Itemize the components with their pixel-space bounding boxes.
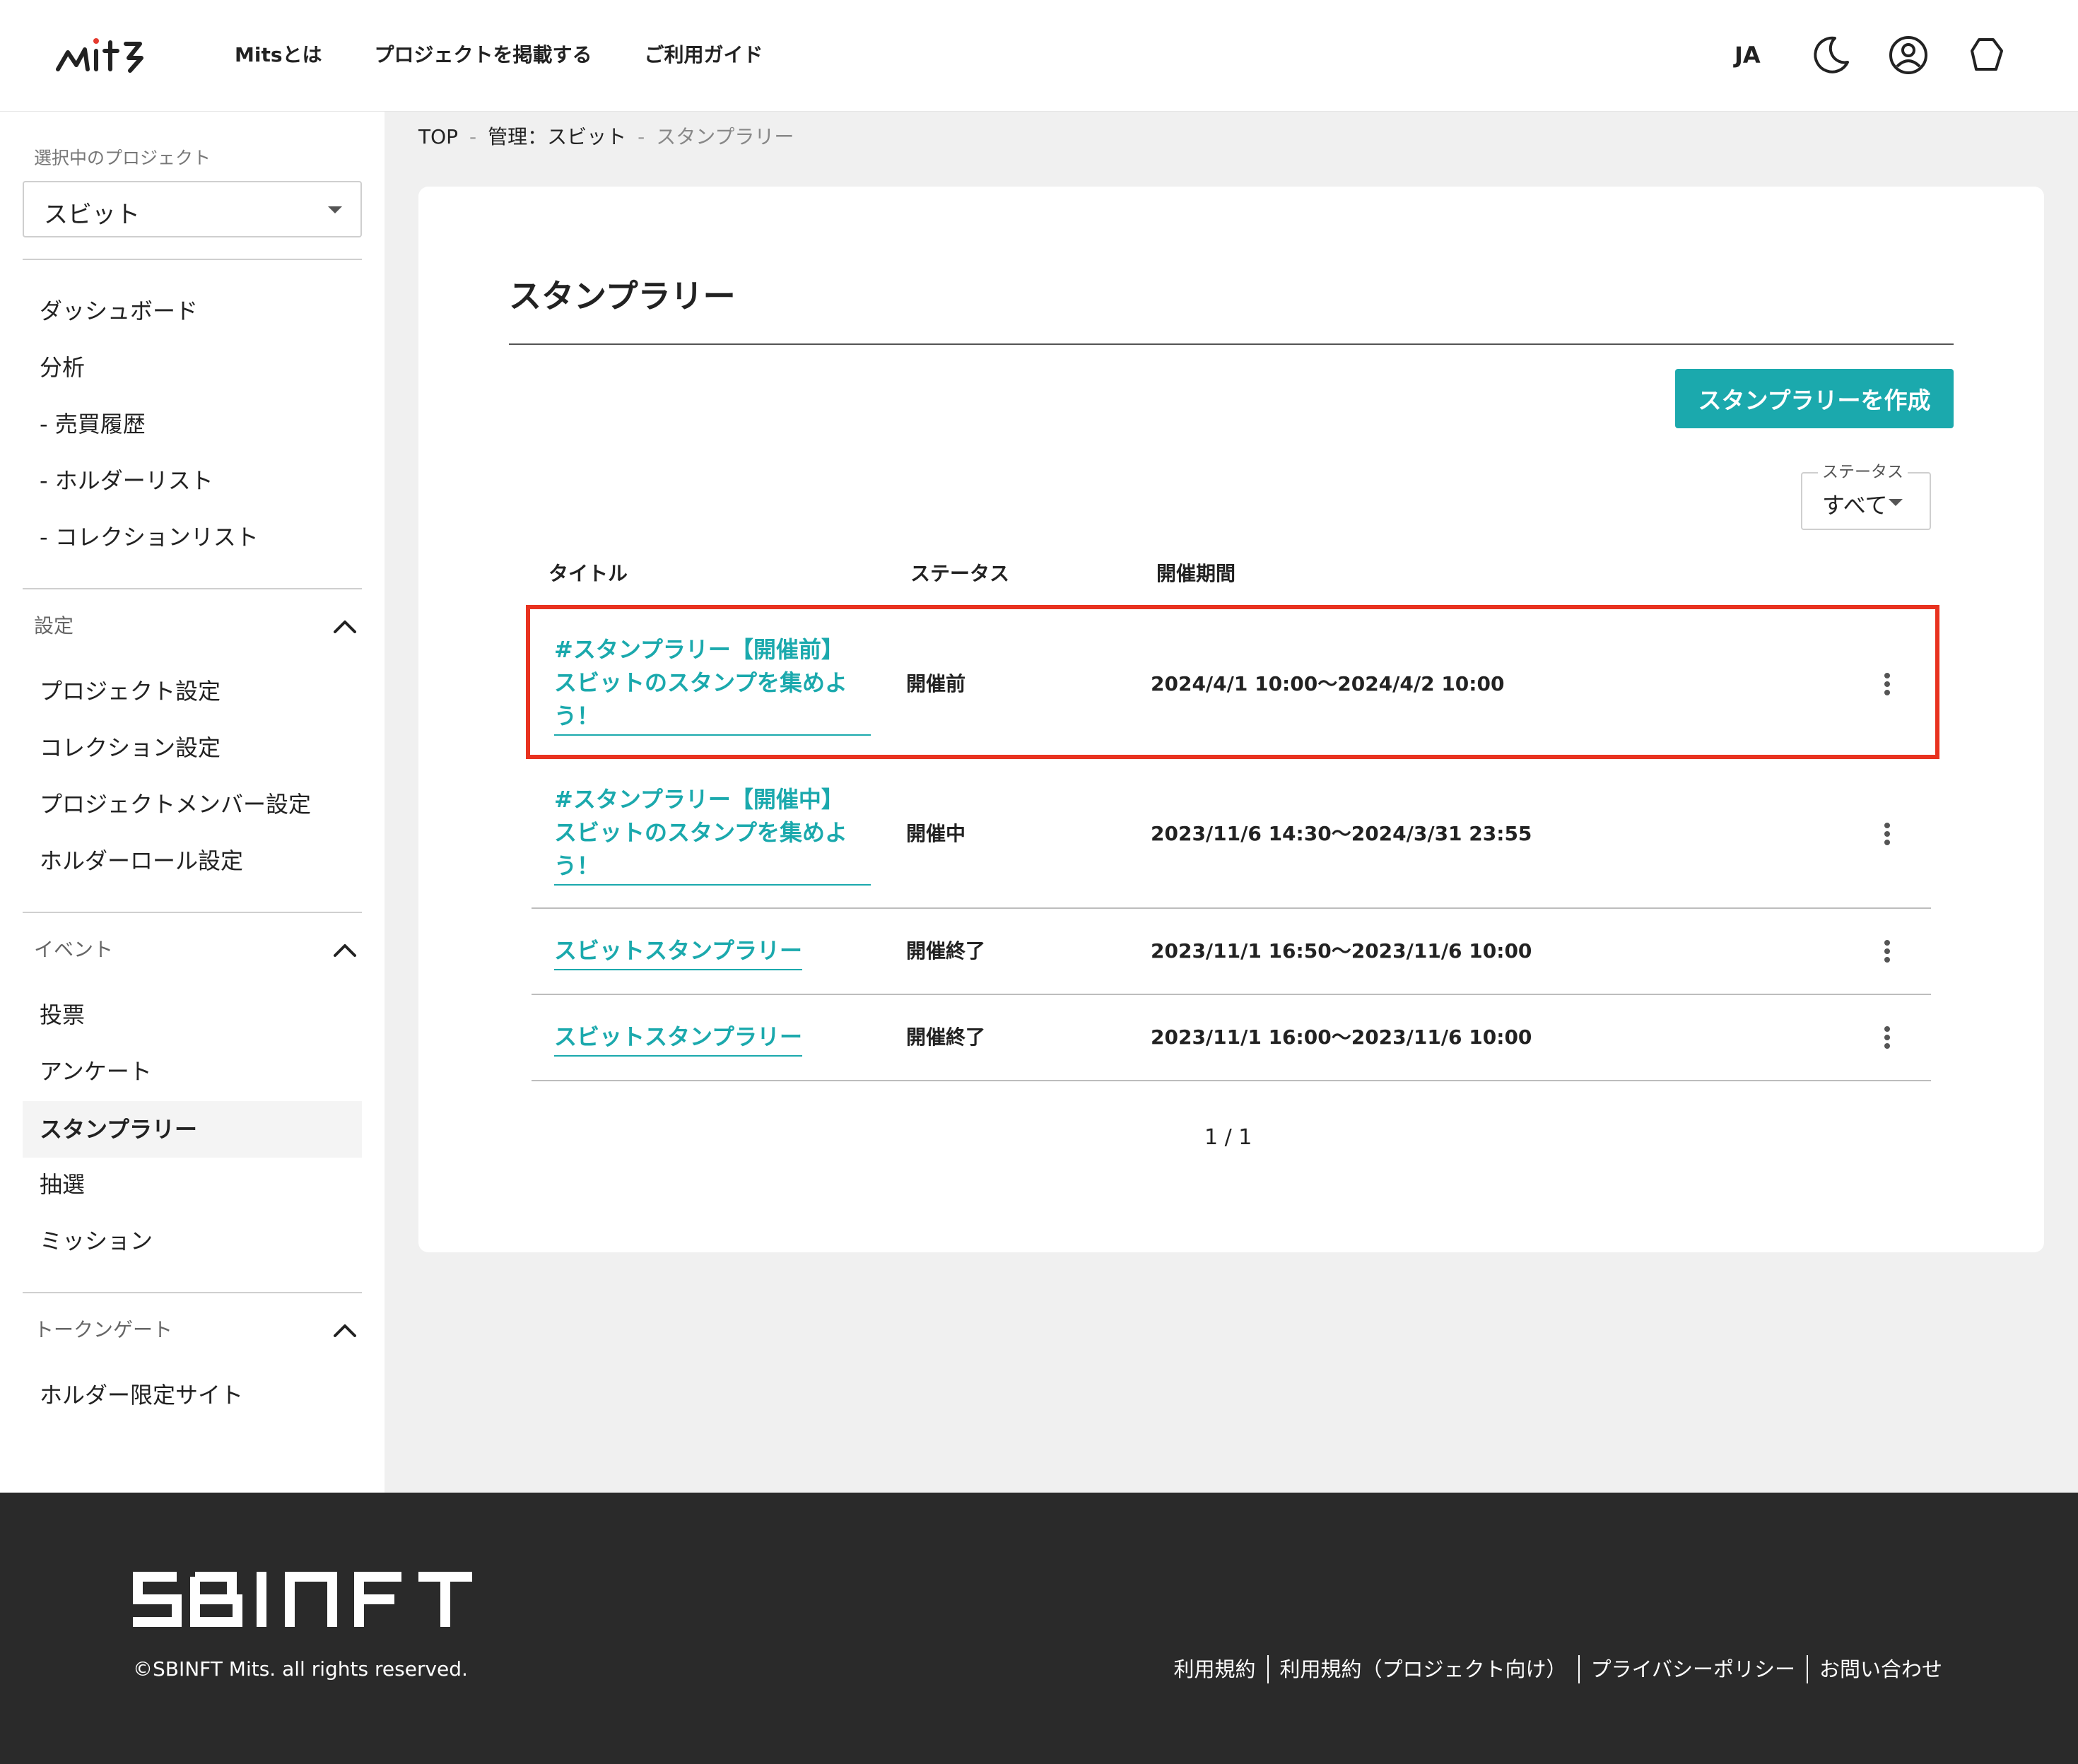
sidebar-item-project-settings[interactable]: プロジェクト設定 — [40, 674, 221, 708]
row-period: 2023/11/1 16:00〜2023/11/6 10:00 — [1151, 1025, 1532, 1049]
more-vert-icon[interactable] — [1879, 817, 1896, 851]
stamp-rally-title-link[interactable]: スビットスタンプラリー — [554, 934, 803, 970]
stamp-rally-title-link[interactable]: スビットスタンプラリー — [554, 1021, 803, 1057]
column-header-title[interactable]: タイトル — [548, 560, 628, 588]
pagination[interactable]: 1 / 1 — [1204, 1124, 1252, 1152]
sidebar-item-lottery[interactable]: 抽選 — [40, 1168, 85, 1201]
sidebar-item-stamp-rally[interactable]: スタンプラリー — [40, 1112, 197, 1146]
sidebar-item-trade-history[interactable]: - 売買履歴 — [40, 407, 146, 441]
highlight-box — [526, 605, 1939, 759]
chevron-up-icon[interactable] — [331, 1317, 359, 1346]
account-icon[interactable] — [1884, 31, 1932, 79]
sidebar-item-collection-list[interactable]: - コレクションリスト — [40, 520, 259, 554]
sidebar-group-events[interactable]: イベント — [34, 936, 113, 964]
project-select[interactable]: スビット — [23, 181, 362, 237]
footer-link-project-terms[interactable]: 利用規約（プロジェクト向け） — [1267, 1655, 1578, 1683]
breadcrumb: TOP - 管理：スビット - スタンプラリー — [418, 123, 794, 151]
chevron-up-icon[interactable] — [331, 613, 359, 642]
row-period: 2023/11/6 14:30〜2024/3/31 23:55 — [1151, 822, 1532, 845]
stamp-rally-title-link[interactable]: #スタンプラリー【開催中】 スビットのスタンプを集めよ う！ — [554, 783, 871, 886]
breadcrumb-separator: - — [638, 125, 645, 148]
sbinft-logo[interactable] — [133, 1572, 472, 1627]
row-status: 開催中 — [906, 822, 966, 845]
breadcrumb-current: スタンプラリー — [656, 125, 794, 148]
footer-links: 利用規約 利用規約（プロジェクト向け） プライバシーポリシー お問い合わせ — [1163, 1655, 1942, 1683]
sidebar-group-settings[interactable]: 設定 — [34, 612, 74, 640]
row-divider — [532, 994, 1931, 995]
breadcrumb-top[interactable]: TOP — [418, 123, 458, 151]
sidebar-item-collection-settings[interactable]: コレクション設定 — [40, 731, 221, 765]
moon-icon[interactable] — [1807, 31, 1855, 79]
column-header-status[interactable]: ステータス — [910, 560, 1009, 588]
row-divider — [532, 907, 1931, 909]
sidebar-item-holder-site[interactable]: ホルダー限定サイト — [40, 1378, 243, 1412]
sidebar-item-voting[interactable]: 投票 — [40, 998, 85, 1032]
sidebar-divider — [23, 588, 362, 589]
nav-publish-project[interactable]: プロジェクトを掲載する — [375, 40, 592, 71]
header: Mitsとは プロジェクトを掲載する ご利用ガイド JA — [0, 0, 2078, 112]
copyright: ©SBINFT Mits. all rights reserved. — [133, 1657, 468, 1681]
sidebar-item-member-settings[interactable]: プロジェクトメンバー設定 — [40, 787, 311, 821]
page-title: スタンプラリー — [509, 277, 736, 315]
sidebar-item-holder-role-settings[interactable]: ホルダーロール設定 — [40, 844, 243, 878]
chevron-up-icon[interactable] — [331, 937, 359, 965]
sidebar-item-survey[interactable]: アンケート — [40, 1054, 152, 1088]
project-select-value: スビット — [44, 201, 140, 229]
row-period: 2023/11/1 16:50〜2023/11/6 10:00 — [1151, 939, 1532, 963]
title-divider — [509, 343, 1954, 345]
nav-about[interactable]: Mitsとは — [235, 40, 322, 71]
breadcrumb-separator: - — [469, 125, 477, 148]
main-nav: Mitsとは プロジェクトを掲載する ご利用ガイド — [235, 40, 763, 71]
row-divider — [532, 1080, 1931, 1081]
caret-down-icon — [328, 206, 342, 213]
mits-logo[interactable] — [55, 34, 172, 76]
footer-link-terms[interactable]: 利用規約 — [1163, 1655, 1267, 1683]
sidebar-item-holder-list[interactable]: - ホルダーリスト — [40, 464, 213, 498]
create-stamp-rally-button[interactable]: スタンプラリーを作成 — [1675, 369, 1954, 428]
status-filter-label: ステータス — [1818, 462, 1908, 482]
status-filter-select[interactable]: ステータス すべて — [1801, 462, 1931, 530]
caret-down-icon — [1889, 499, 1903, 506]
row-status: 開催終了 — [906, 1025, 986, 1049]
row-status: 開催終了 — [906, 939, 986, 963]
column-header-period[interactable]: 開催期間 — [1156, 560, 1235, 588]
footer: ©SBINFT Mits. all rights reserved. 利用規約 … — [0, 1493, 2078, 1764]
nav-guide[interactable]: ご利用ガイド — [645, 40, 763, 71]
project-select-label: 選択中のプロジェクト — [34, 148, 211, 168]
sidebar-divider — [23, 1292, 362, 1293]
sidebar-group-token-gate[interactable]: トークンゲート — [34, 1316, 172, 1344]
footer-link-contact[interactable]: お問い合わせ — [1806, 1655, 1942, 1683]
more-vert-icon[interactable] — [1879, 934, 1896, 968]
more-vert-icon[interactable] — [1879, 1021, 1896, 1054]
language-switch[interactable]: JA — [1734, 40, 1761, 71]
wallet-icon[interactable] — [1962, 31, 2010, 79]
sidebar-item-dashboard[interactable]: ダッシュボード — [40, 294, 198, 328]
sidebar-item-analytics[interactable]: 分析 — [40, 351, 85, 384]
footer-link-privacy[interactable]: プライバシーポリシー — [1578, 1655, 1807, 1683]
status-filter-value: すべて — [1822, 492, 1888, 519]
breadcrumb-admin[interactable]: 管理：スビット — [488, 123, 626, 151]
sidebar-divider — [23, 259, 362, 260]
sidebar-divider — [23, 912, 362, 913]
sidebar-item-mission[interactable]: ミッション — [40, 1224, 153, 1258]
